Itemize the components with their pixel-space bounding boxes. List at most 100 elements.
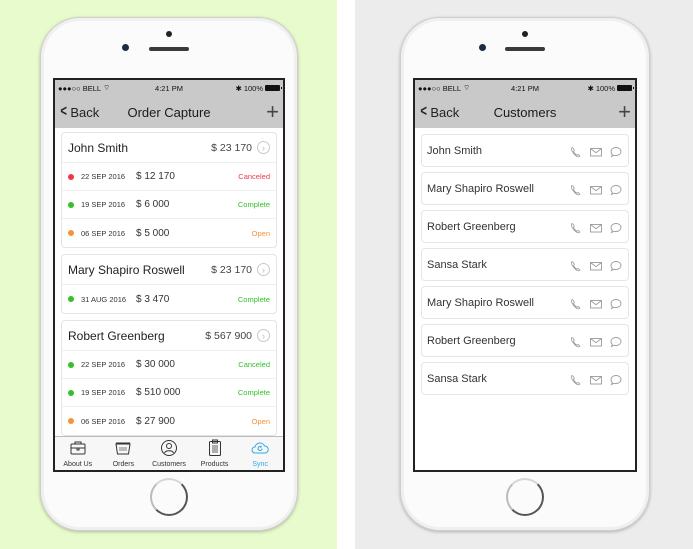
phone-icon[interactable] <box>569 259 583 271</box>
briefcase-icon <box>69 439 87 461</box>
phone-icon[interactable] <box>569 221 583 233</box>
customer-name: Robert Greenberg <box>427 334 516 347</box>
customer-total: $ 23 170 <box>211 263 252 276</box>
mail-icon[interactable] <box>589 297 603 309</box>
order-status: Open <box>251 416 270 426</box>
order-capture-screen: ●●●○○ BELL ⌔ 4:21 PM ✱ 100% < Back Order C… <box>53 78 285 472</box>
back-label: Back <box>70 104 100 120</box>
chat-icon[interactable] <box>609 221 623 233</box>
phone-icon[interactable] <box>569 145 583 157</box>
customer-order-card: Robert Greenberg $ 567 900 › 22 SEP 2016 $ 3… <box>61 320 277 436</box>
order-status: Complete <box>237 200 270 209</box>
chevron-right-icon[interactable]: › <box>257 141 270 154</box>
order-row[interactable]: 31 AUG 2016 $ 3 470 Complete <box>62 285 276 313</box>
status-dot <box>68 296 74 302</box>
tab-products[interactable]: Products <box>192 437 238 470</box>
order-status: Open <box>251 228 270 238</box>
tab-sync[interactable]: Sync <box>237 437 283 470</box>
user-icon <box>160 439 178 461</box>
order-amount: $ 6 000 <box>136 199 170 210</box>
tab-label: Orders <box>112 461 135 468</box>
mail-icon[interactable] <box>589 373 603 385</box>
customer-name: Robert Greenberg <box>427 220 516 233</box>
chevron-right-icon[interactable]: › <box>257 263 270 276</box>
chat-icon[interactable] <box>609 259 623 271</box>
tab-label: Customers <box>152 461 186 468</box>
status-bar: ●●●○○ BELL ⌔ 4:21 PM ✱ 100% <box>55 80 283 96</box>
phone-icon[interactable] <box>569 335 583 347</box>
tab-about-us[interactable]: About Us <box>55 437 101 470</box>
status-dot <box>68 230 74 236</box>
tab-label: Products <box>200 461 229 468</box>
order-row[interactable]: 06 SEP 2016 $ 5 000 Open <box>62 219 276 247</box>
mail-icon[interactable] <box>589 183 603 195</box>
add-button[interactable]: + <box>266 101 279 123</box>
order-amount: $ 27 900 <box>136 415 175 427</box>
chevron-right-icon[interactable]: › <box>257 329 270 342</box>
mail-icon[interactable] <box>589 221 603 233</box>
cloud-sync-icon <box>251 439 269 461</box>
earpiece-speaker <box>149 47 189 51</box>
proximity-sensor <box>522 31 528 37</box>
chat-icon[interactable] <box>609 297 623 309</box>
chat-icon[interactable] <box>609 335 623 347</box>
back-label: Back <box>430 104 460 120</box>
mail-icon[interactable] <box>589 259 603 271</box>
order-row[interactable]: 22 SEP 2016 $ 12 170 Canceled <box>62 163 276 191</box>
order-date: 19 SEP 2016 <box>81 200 126 209</box>
customer-row[interactable]: John Smith <box>421 134 629 167</box>
customer-row[interactable]: Robert Greenberg <box>421 324 629 357</box>
phone-frame-customers: ●●●○○ BELL ⌔ 4:21 PM ✱ 100% < Back Custome… <box>400 17 650 531</box>
order-row[interactable]: 22 SEP 2016 $ 30 000 Canceled <box>62 351 276 379</box>
customer-row[interactable]: Sansa Stark <box>421 362 629 395</box>
chat-icon[interactable] <box>609 373 623 385</box>
customer-row[interactable]: Sansa Stark <box>421 248 629 281</box>
card-header[interactable]: John Smith $ 23 170 › <box>62 133 276 163</box>
back-button[interactable]: < Back <box>59 103 99 121</box>
order-row[interactable]: 19 SEP 2016 $ 510 000 Complete <box>62 379 276 407</box>
tab-orders[interactable]: Orders <box>101 437 147 470</box>
phone-icon[interactable] <box>569 373 583 385</box>
mail-icon[interactable] <box>589 145 603 157</box>
battery-percent: 100% <box>595 83 615 93</box>
card-header[interactable]: Robert Greenberg $ 567 900 › <box>62 321 276 351</box>
chevron-left-icon: < <box>60 103 67 120</box>
order-status: Canceled <box>238 172 270 181</box>
card-header[interactable]: Mary Shapiro Roswell $ 23 170 › <box>62 255 276 285</box>
customer-row[interactable]: Mary Shapiro Roswell <box>421 286 629 319</box>
battery-icon <box>617 85 634 91</box>
nav-bar: < Back Customers + <box>415 96 635 128</box>
tab-label: About Us <box>63 461 93 468</box>
customer-order-card: Mary Shapiro Roswell $ 23 170 › 31 AUG 2016… <box>61 254 277 314</box>
mail-icon[interactable] <box>589 335 603 347</box>
status-dot <box>68 418 74 424</box>
chat-icon[interactable] <box>609 183 623 195</box>
phone-icon[interactable] <box>569 183 583 195</box>
home-button[interactable] <box>506 478 544 516</box>
chat-icon[interactable] <box>609 145 623 157</box>
status-dot <box>68 389 74 396</box>
customer-name: Mary Shapiro Roswell <box>427 296 534 309</box>
order-date: 22 SEP 2016 <box>81 172 126 181</box>
order-date: 06 SEP 2016 <box>81 228 126 238</box>
home-button[interactable] <box>150 478 188 516</box>
customer-name: Robert Greenberg <box>68 328 165 343</box>
order-status: Complete <box>237 294 270 304</box>
nav-bar: < Back Order Capture + <box>55 96 283 128</box>
back-button[interactable]: < Back <box>419 103 459 121</box>
add-customer-button[interactable]: + <box>618 101 631 123</box>
tab-label: Sync <box>252 461 268 468</box>
chevron-left-icon: < <box>420 103 427 120</box>
customer-row[interactable]: Mary Shapiro Roswell <box>421 172 629 205</box>
phone-icon[interactable] <box>569 297 583 309</box>
order-status: Canceled <box>238 360 270 369</box>
battery-icon <box>265 85 282 91</box>
order-row[interactable]: 19 SEP 2016 $ 6 000 Complete <box>62 191 276 219</box>
earpiece-speaker <box>505 47 545 51</box>
order-row[interactable]: 06 SEP 2016 $ 27 900 Open <box>62 407 276 435</box>
customer-row[interactable]: Robert Greenberg <box>421 210 629 243</box>
bluetooth-icon: ✱ <box>235 83 242 93</box>
customer-list: John Smith Mary Shapiro Roswell Robert Gre… <box>415 128 635 406</box>
status-bar: ●●●○○ BELL ⌔ 4:21 PM ✱ 100% <box>415 80 635 96</box>
tab-customers[interactable]: Customers <box>146 437 192 470</box>
